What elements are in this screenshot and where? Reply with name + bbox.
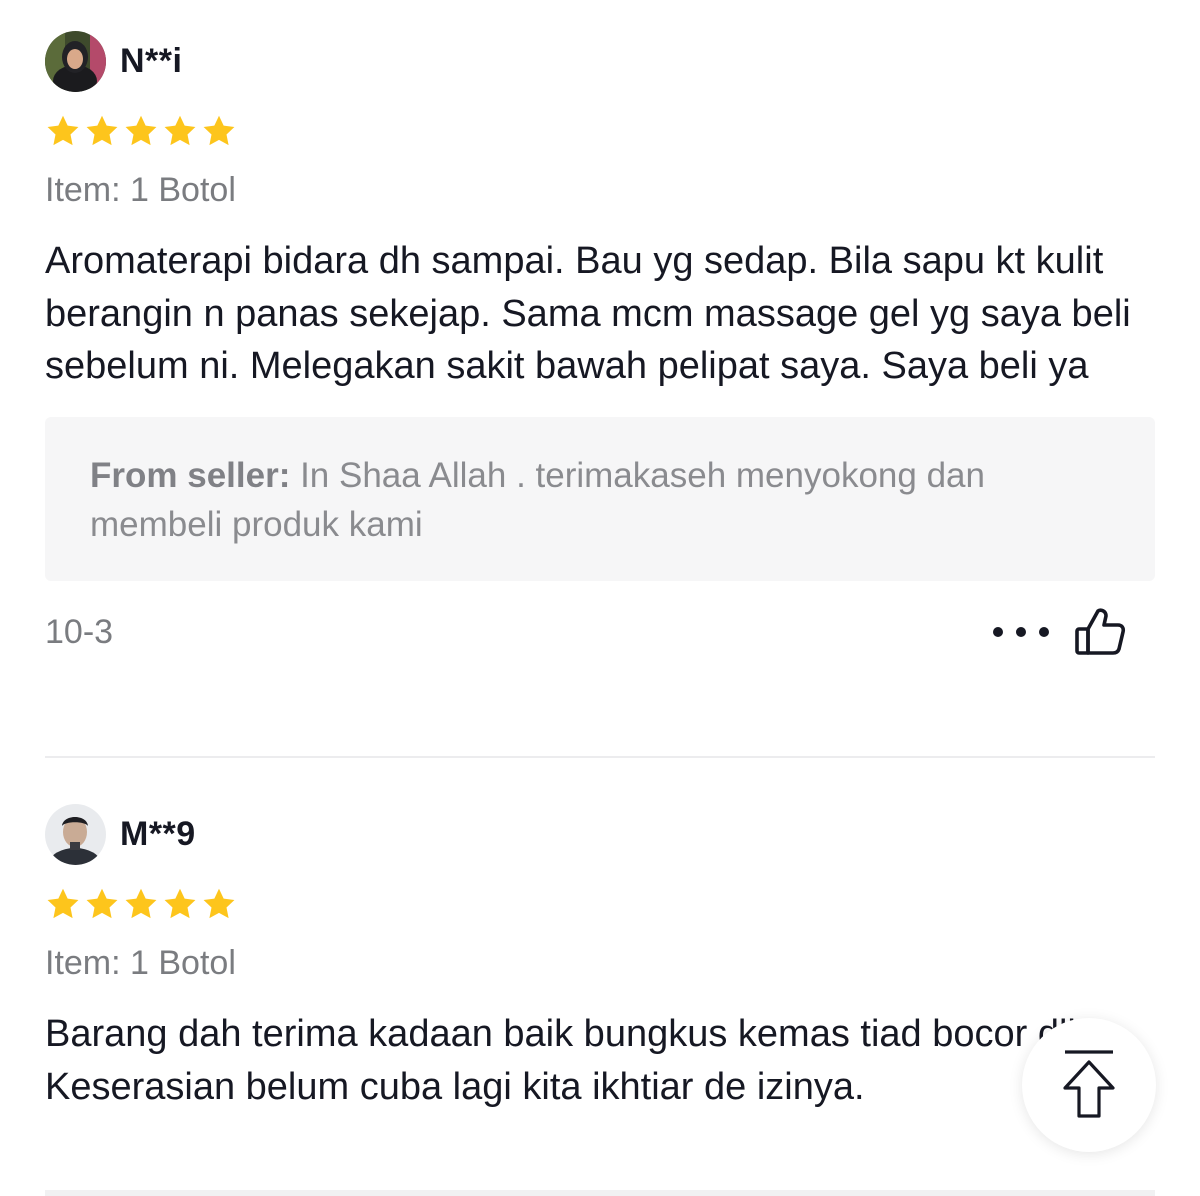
reviews-page: N**i Item: 1 Botol Aromaterapi bidara dh… bbox=[0, 0, 1200, 1196]
next-review-edge bbox=[45, 1190, 1155, 1196]
more-horizontal-icon bbox=[993, 626, 1003, 637]
star-icon bbox=[125, 888, 157, 919]
star-icon bbox=[203, 115, 235, 146]
review-card: N**i Item: 1 Botol Aromaterapi bidara dh… bbox=[45, 30, 1155, 663]
star-icon bbox=[164, 115, 196, 146]
seller-reply-label: From seller: bbox=[90, 455, 291, 495]
review-text: Aromaterapi bidara dh sampai. Bau yg sed… bbox=[45, 240, 1131, 387]
review-footer: 10-3 bbox=[45, 603, 1155, 663]
star-icon bbox=[47, 115, 79, 146]
username[interactable]: N**i bbox=[120, 42, 182, 81]
star-rating bbox=[45, 886, 1155, 922]
more-dot bbox=[1039, 626, 1049, 637]
username[interactable]: M**9 bbox=[120, 815, 196, 854]
review-text: Barang dah terima kadaan baik bungkus ke… bbox=[45, 1013, 1087, 1108]
star-icon bbox=[125, 115, 157, 146]
review-card: M**9 Item: 1 Botol Barang dah terima kad… bbox=[45, 803, 1155, 1113]
star-icon bbox=[164, 888, 196, 919]
star-icon bbox=[86, 115, 118, 146]
arrow-up-to-top-icon bbox=[1063, 1050, 1115, 1118]
star-icon bbox=[47, 888, 79, 919]
review-header: N**i bbox=[45, 30, 1155, 92]
scroll-to-top-button[interactable] bbox=[1022, 1018, 1156, 1152]
review-header: M**9 bbox=[45, 803, 1155, 865]
user-avatar[interactable] bbox=[45, 803, 106, 865]
more-options-button[interactable] bbox=[993, 617, 1049, 647]
user-avatar[interactable] bbox=[45, 30, 106, 92]
star-rating bbox=[45, 113, 1155, 149]
item-variant: Item: 1 Botol bbox=[45, 171, 236, 209]
star-icon bbox=[86, 888, 118, 919]
more-dot bbox=[1016, 626, 1026, 637]
thumbs-up-icon[interactable] bbox=[1071, 603, 1129, 661]
star-icon bbox=[203, 888, 235, 919]
item-variant: Item: 1 Botol bbox=[45, 944, 236, 982]
review-divider bbox=[45, 756, 1155, 758]
seller-reply: From seller: In Shaa Allah . terimakaseh… bbox=[45, 416, 1155, 581]
review-date: 10-3 bbox=[45, 612, 114, 651]
